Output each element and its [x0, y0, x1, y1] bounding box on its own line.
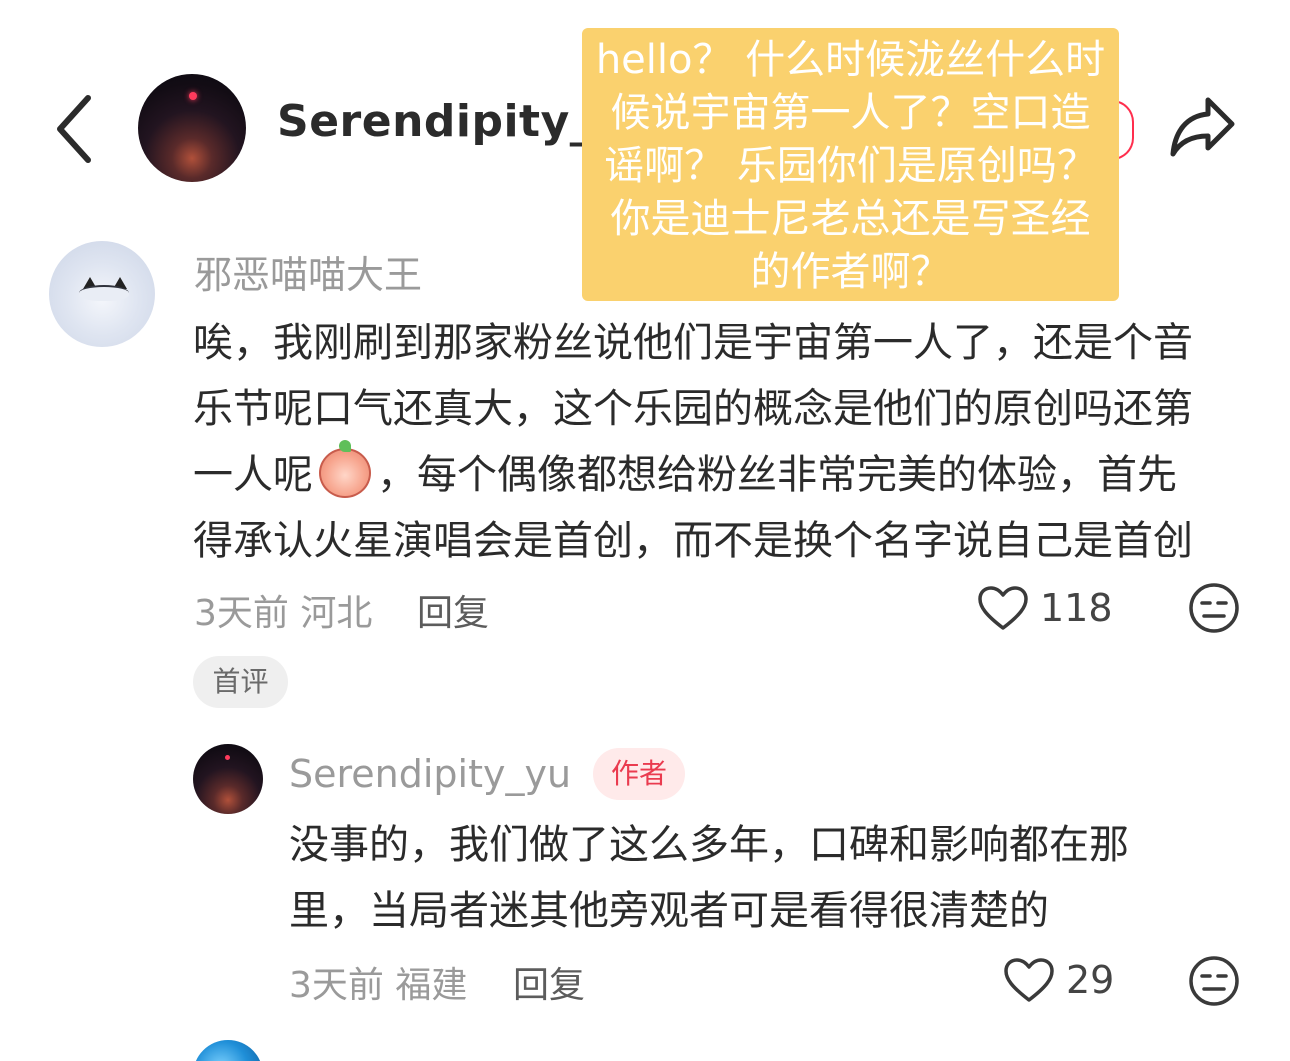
like-count: 118 — [1040, 586, 1113, 630]
comment-line: 得承认火星演唱会是首创，而不是换个名字说自己是首创 — [193, 518, 1193, 564]
comment-line: 唉，我刚刷到那家粉丝说他们是宇宙第一人了，还是个音 — [193, 320, 1193, 366]
cat-head — [79, 285, 129, 301]
commenter-avatar[interactable] — [49, 241, 155, 347]
heart-icon[interactable] — [1002, 956, 1056, 1004]
comment-text-fragment: 一人呢 — [193, 452, 313, 498]
first-comment-tag: 首评 — [193, 656, 288, 708]
reply-meta: 3天前 福建 — [289, 956, 467, 1008]
overlay-note-line: 你是迪士尼老总还是写圣经 — [610, 196, 1091, 242]
comment-line: 一人呢 ，每个偶像都想给粉丝非常完美的体验，首先 — [193, 440, 1243, 508]
reply-avatar[interactable] — [193, 744, 263, 814]
overlay-note-line: hello？ 什么时候泷丝什么时 — [595, 37, 1106, 83]
overlay-note-line: 谣啊？ 乐园你们是原创吗？ — [604, 143, 1097, 189]
comment-line: 乐节呢口气还真大，这个乐园的概念是他们的原创吗还第 — [193, 386, 1193, 432]
comment-page: Serendipity_yu hello？ 什么时候泷丝什么时 候说宇宙第一人了… — [0, 0, 1290, 1061]
comment-username[interactable]: 邪恶喵喵大王 — [194, 244, 422, 299]
share-arrow-icon — [1170, 97, 1235, 157]
share-button[interactable] — [1168, 94, 1238, 160]
header-username[interactable]: Serendipity_yu — [277, 96, 587, 160]
reply-button[interactable]: 回复 — [513, 956, 585, 1008]
header-avatar[interactable] — [138, 74, 246, 182]
reply-username[interactable]: Serendipity_yu — [289, 752, 571, 796]
next-comment-avatar[interactable] — [193, 1040, 263, 1061]
chevron-left-icon — [57, 95, 91, 163]
overlay-note: hello？ 什么时候泷丝什么时 候说宇宙第一人了？空口造 谣啊？ 乐园你们是原… — [582, 28, 1119, 301]
avatar-light-dot — [225, 755, 231, 761]
dislike-face-icon[interactable] — [1188, 582, 1240, 634]
comment-location: 河北 — [300, 593, 373, 634]
comment-meta: 3天前 河北 — [194, 584, 372, 636]
comment-body: 唉，我刚刷到那家粉丝说他们是宇宙第一人了，还是个音 乐节呢口气还真大，这个乐园的… — [193, 310, 1243, 574]
dislike-face-icon[interactable] — [1188, 955, 1240, 1007]
like-count: 29 — [1066, 958, 1115, 1002]
crying-face-emoji-icon — [319, 440, 371, 498]
avatar-light-dot — [188, 92, 197, 101]
overlay-note-line: 的作者啊？ — [750, 249, 951, 295]
reply-line: 里，当局者迷其他旁观者可是看得很清楚的 — [289, 888, 1049, 934]
comment-text-fragment: ，每个偶像都想给粉丝非常完美的体验，首先 — [377, 452, 1177, 498]
overlay-note-line: 候说宇宙第一人了？空口造 — [610, 90, 1091, 136]
reply-location: 福建 — [395, 965, 468, 1006]
comment-time: 3天前 — [194, 593, 289, 634]
heart-icon[interactable] — [976, 584, 1030, 632]
reply-line: 没事的，我们做了这么多年，口碑和影响都在那 — [289, 822, 1129, 868]
reply-time: 3天前 — [289, 965, 384, 1006]
reply-body: 没事的，我们做了这么多年，口碑和影响都在那 里，当局者迷其他旁观者可是看得很清楚… — [289, 812, 1189, 944]
reply-button[interactable]: 回复 — [417, 584, 489, 636]
author-badge: 作者 — [593, 748, 685, 800]
back-button[interactable] — [52, 92, 96, 166]
